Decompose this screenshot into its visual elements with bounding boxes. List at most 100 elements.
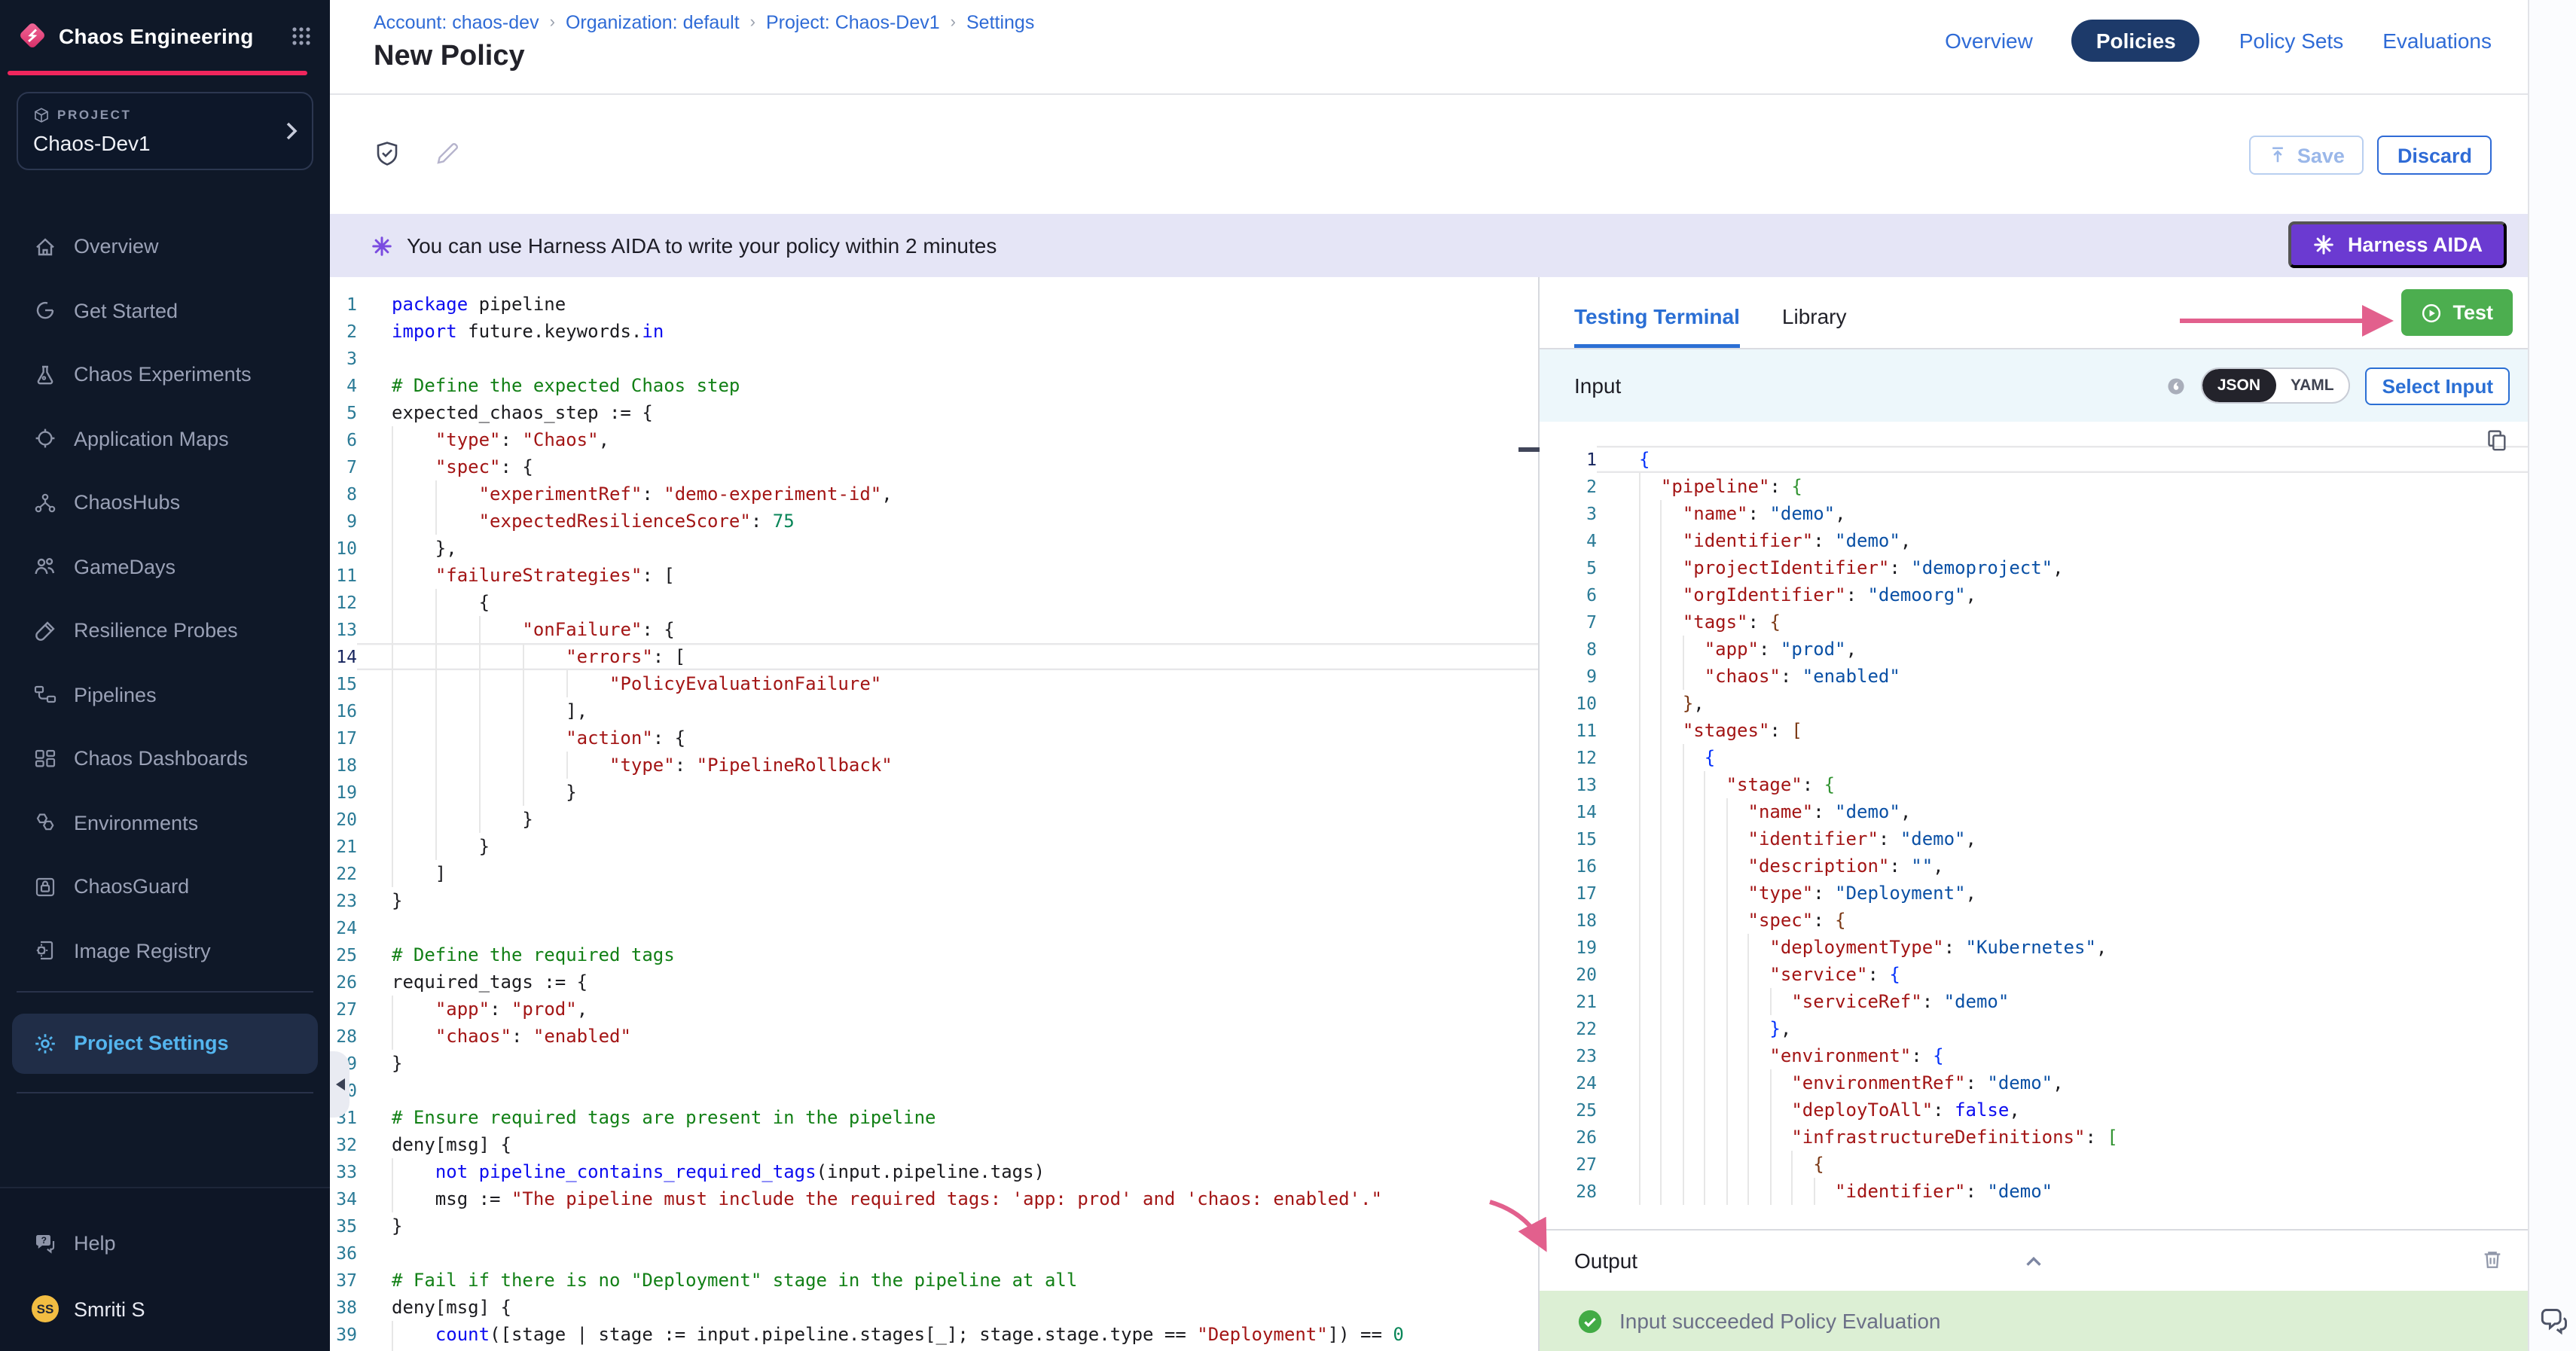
gear-icon <box>33 1031 57 1055</box>
line-number: 27 <box>330 996 357 1023</box>
line-number: 36 <box>330 1240 357 1267</box>
code-line: 3 "name": "demo", <box>1552 500 2528 527</box>
trash-icon[interactable] <box>2481 1249 2504 1271</box>
people-icon <box>33 555 57 579</box>
prettify-icon[interactable] <box>2166 376 2186 395</box>
pipeline-icon <box>33 683 57 707</box>
line-number: 7 <box>330 453 357 480</box>
code-line: 12 { <box>1552 744 2528 771</box>
flask-icon <box>33 363 57 387</box>
code-line: 20 "service": { <box>1552 961 2528 988</box>
policy-toolbar: Save Discard <box>330 95 2528 214</box>
sidebar-item-environments[interactable]: Environments <box>0 791 330 855</box>
avatar: SS <box>32 1295 59 1322</box>
get-started-icon <box>33 299 57 323</box>
line-number: 19 <box>330 779 357 806</box>
sidebar-item-chaoshubs[interactable]: ChaosHubs <box>0 471 330 535</box>
line-number: 28 <box>330 1023 357 1050</box>
support-chat-icon[interactable] <box>2537 1306 2570 1339</box>
breadcrumb-link[interactable]: Account: chaos-dev <box>374 12 539 33</box>
code-line: 2import future.keywords.in <box>330 318 1538 345</box>
output-section-header: Output <box>1540 1229 2528 1291</box>
select-input-button[interactable]: Select Input <box>2366 367 2510 404</box>
line-number: 3 <box>1552 500 1597 527</box>
line-number: 15 <box>330 670 357 697</box>
code-line: 29} <box>330 1050 1538 1077</box>
line-number: 10 <box>1552 690 1597 717</box>
tab-library[interactable]: Library <box>1782 304 1847 348</box>
breadcrumb-link[interactable]: Organization: default <box>566 12 740 33</box>
edit-pencil-icon[interactable] <box>434 140 461 167</box>
line-number: 14 <box>330 643 357 670</box>
code-line: 17 "action": { <box>330 724 1538 752</box>
code-line: 9 "expectedResilienceScore": 75 <box>330 508 1538 535</box>
sidebar-item-overview[interactable]: Overview <box>0 215 330 279</box>
code-line: 40 msg := "The pipeline must include at … <box>330 1348 1538 1351</box>
format-toggle: JSONYAML <box>2201 367 2351 404</box>
terminal-tabs: Testing Terminal Library Test <box>1540 277 2528 349</box>
breadcrumb-separator: › <box>951 14 956 32</box>
code-line: 21 "serviceRef": "demo" <box>1552 988 2528 1015</box>
code-line: 25# Define the required tags <box>330 941 1538 968</box>
line-number: 23 <box>330 887 357 914</box>
format-option-yaml[interactable]: YAML <box>2275 369 2349 402</box>
line-number: 3 <box>330 345 357 372</box>
code-line: 33 not pipeline_contains_required_tags(i… <box>330 1158 1538 1185</box>
line-number: 6 <box>330 426 357 453</box>
test-button[interactable]: Test <box>2401 289 2513 336</box>
top-nav-policy-sets[interactable]: Policy Sets <box>2239 29 2344 53</box>
sidebar-item-chaos-experiments[interactable]: Chaos Experiments <box>0 343 330 407</box>
input-json-editor[interactable]: 1{2 "pipeline": {3 "name": "demo",4 "ide… <box>1540 422 2528 1229</box>
registry-icon <box>33 939 57 963</box>
sidebar-item-pipelines[interactable]: Pipelines <box>0 663 330 727</box>
sidebar-item-chaosguard[interactable]: ChaosGuard <box>0 855 330 919</box>
save-button[interactable]: Save <box>2249 136 2364 175</box>
help-chat-icon: ? <box>33 1232 57 1256</box>
sidebar-item-resilience-probes[interactable]: Resilience Probes <box>0 599 330 663</box>
format-option-json[interactable]: JSON <box>2202 369 2275 402</box>
project-selector[interactable]: PROJECT Chaos-Dev1 <box>17 91 313 169</box>
top-nav-overview[interactable]: Overview <box>1945 29 2033 53</box>
top-nav-evaluations[interactable]: Evaluations <box>2382 29 2492 53</box>
policy-editor[interactable]: 1package pipeline2import future.keywords… <box>330 277 1538 1351</box>
network-icon <box>33 491 57 515</box>
main-area: Account: chaos-dev › Organization: default… <box>330 0 2576 1351</box>
testing-terminal-panel: Testing Terminal Library Test Input JSONY… <box>1540 277 2528 1351</box>
code-line: 8 "app": "prod", <box>1552 636 2528 663</box>
split-drag-handle[interactable] <box>1518 447 1540 452</box>
code-line: 15 "PolicyEvaluationFailure" <box>330 670 1538 697</box>
harness-aida-button[interactable]: Harness AIDA <box>2289 221 2507 268</box>
content-panel: Account: chaos-dev › Organization: default… <box>330 0 2529 1351</box>
code-line: 14 "name": "demo", <box>1552 798 2528 825</box>
user-menu[interactable]: SS Smriti S <box>0 1276 330 1342</box>
input-section-header: Input JSONYAML Select Input <box>1540 349 2528 422</box>
shield-check-icon <box>374 140 401 167</box>
sidebar-item-get-started[interactable]: Get Started <box>0 279 330 343</box>
module-grid-icon[interactable] <box>291 25 312 46</box>
top-nav: Overview Policies Policy Sets Evaluations <box>1945 20 2492 62</box>
breadcrumb-link[interactable]: Project: Chaos-Dev1 <box>766 12 940 33</box>
tab-testing-terminal[interactable]: Testing Terminal <box>1574 304 1740 348</box>
project-name: Chaos-Dev1 <box>33 130 297 154</box>
top-nav-policies[interactable]: Policies <box>2072 20 2200 62</box>
code-line: 16 "description": "", <box>1552 852 2528 880</box>
copy-icon[interactable] <box>2486 429 2508 452</box>
sidebar-item-help[interactable]: ? Help <box>0 1212 330 1276</box>
code-line: 27 "app": "prod", <box>330 996 1538 1023</box>
code-line: 19 } <box>330 779 1538 806</box>
line-number: 18 <box>330 752 357 779</box>
code-line: 13 "onFailure": { <box>330 616 1538 643</box>
code-line: 18 "type": "PipelineRollback" <box>330 752 1538 779</box>
sidebar-item-application-maps[interactable]: Application Maps <box>0 407 330 471</box>
sidebar-item-gamedays[interactable]: GameDays <box>0 535 330 599</box>
probe-icon <box>33 619 57 643</box>
line-number: 24 <box>330 914 357 941</box>
code-line: 27 { <box>1552 1151 2528 1178</box>
sidebar-collapse-handle[interactable] <box>330 1051 349 1118</box>
discard-button[interactable]: Discard <box>2378 136 2492 175</box>
sidebar-item-image-registry[interactable]: Image Registry <box>0 919 330 983</box>
breadcrumb-link[interactable]: Settings <box>966 12 1034 33</box>
sidebar-item-chaos-dashboards[interactable]: Chaos Dashboards <box>0 727 330 791</box>
chevron-up-icon[interactable] <box>2022 1249 2045 1272</box>
sidebar-item-project-settings[interactable]: Project Settings <box>12 1013 318 1073</box>
